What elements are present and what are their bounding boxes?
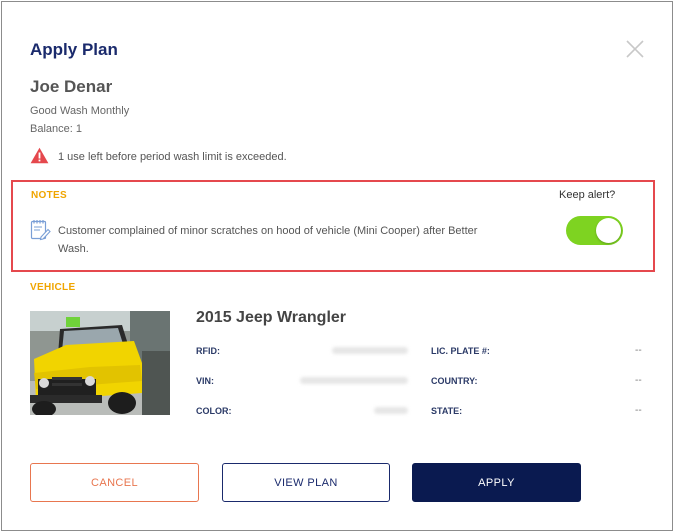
- color-value-redacted: [374, 407, 408, 414]
- apply-plan-dialog: Apply Plan Joe Denar Good Wash Monthly B…: [1, 1, 673, 531]
- vin-label: VIN:: [196, 376, 214, 386]
- state-label: STATE:: [431, 406, 463, 416]
- vehicle-label: VEHICLE: [30, 282, 76, 293]
- view-plan-button[interactable]: VIEW PLAN: [222, 463, 390, 502]
- country-value: --: [635, 375, 642, 386]
- keep-alert-toggle[interactable]: [566, 216, 623, 245]
- wash-limit-warning: 1 use left before period wash limit is e…: [58, 151, 287, 163]
- close-icon[interactable]: [624, 38, 646, 60]
- apply-button[interactable]: APPLY: [412, 463, 581, 502]
- cancel-button[interactable]: CANCEL: [30, 463, 199, 502]
- vehicle-title: 2015 Jeep Wrangler: [196, 309, 347, 326]
- note-pencil-icon: [30, 220, 51, 241]
- keep-alert-label: Keep alert?: [559, 189, 616, 201]
- color-label: COLOR:: [196, 406, 232, 416]
- notes-label: NOTES: [31, 190, 67, 201]
- vehicle-photo: [30, 311, 170, 415]
- warning-triangle-icon: [30, 147, 49, 164]
- rfid-label: RFID:: [196, 346, 220, 356]
- notes-section: NOTES Keep alert? Customer complained of…: [11, 180, 655, 272]
- country-label: COUNTRY:: [431, 376, 478, 386]
- rfid-value-redacted: [332, 347, 408, 354]
- vin-value-redacted: [300, 377, 408, 384]
- note-text: Customer complained of minor scratches o…: [58, 225, 478, 255]
- plan-balance: Balance: 1: [30, 123, 82, 135]
- toggle-knob: [596, 218, 621, 243]
- dialog-title: Apply Plan: [30, 40, 118, 59]
- customer-name: Joe Denar: [30, 77, 113, 96]
- plate-value: --: [635, 345, 642, 356]
- state-value: --: [635, 405, 642, 416]
- plan-name: Good Wash Monthly: [30, 105, 130, 117]
- plate-label: LIC. PLATE #:: [431, 346, 490, 356]
